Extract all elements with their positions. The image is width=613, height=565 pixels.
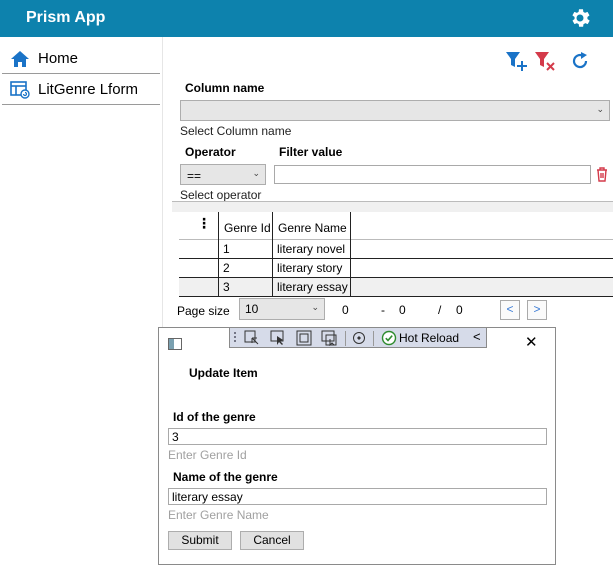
genre-name-placeholder: Enter Genre Name [168, 508, 269, 522]
genre-name-value: literary essay [172, 490, 243, 504]
track-focus-icon[interactable] [321, 330, 337, 346]
table-row[interactable]: 1 literary novel [179, 240, 613, 259]
operator-value: == [187, 169, 202, 183]
next-page-button[interactable]: > [527, 300, 547, 320]
operator-select[interactable]: == ⌄ [180, 164, 266, 185]
page-size-value: 10 [245, 302, 259, 316]
layout-adorner-icon[interactable] [296, 330, 312, 346]
pager-dash: - [381, 303, 385, 317]
cell-genre-name: literary story [277, 261, 343, 275]
page-size-select[interactable]: 10 ⌄ [239, 298, 325, 320]
dialog-title: Update Item [189, 366, 258, 380]
refresh-icon[interactable] [569, 50, 591, 72]
pager-to: 0 [399, 303, 406, 317]
toolbar-separator [345, 331, 346, 346]
pager-slash: / [438, 303, 442, 317]
home-icon [11, 51, 29, 67]
drag-handle-icon[interactable] [233, 330, 238, 346]
grid-top-band [172, 202, 613, 212]
sidebar-item-home[interactable]: Home [2, 44, 160, 74]
cell-genre-id: 3 [223, 280, 230, 294]
column-divider [218, 212, 219, 297]
window-icon [168, 338, 182, 350]
table-row[interactable]: 3 literary essay [179, 278, 613, 297]
pointer-icon[interactable] [270, 330, 286, 346]
cell-genre-name: literary novel [277, 242, 346, 256]
collapse-toolbar-button[interactable]: < [473, 329, 481, 344]
check-circle-icon [381, 330, 397, 346]
sidebar-item-label: Home [38, 50, 79, 67]
pager-from: 0 [342, 303, 349, 317]
page-size-label: Page size [177, 304, 230, 318]
column-name-label: Column name [185, 81, 265, 95]
close-icon[interactable]: ✕ [525, 333, 538, 351]
form-icon [10, 81, 30, 99]
table-row[interactable]: 2 literary story [179, 259, 613, 278]
app-title: Prism App [26, 9, 106, 26]
hot-reload-toolbar: Hot Reload < [229, 327, 487, 348]
operator-hint: Select operator [180, 188, 262, 202]
filter-value-input[interactable] [274, 165, 591, 184]
cancel-button[interactable]: Cancel [240, 531, 304, 550]
pager-total: 0 [456, 303, 463, 317]
chevron-down-icon: ⌄ [252, 168, 260, 178]
genre-name-input[interactable]: literary essay [168, 488, 547, 505]
column-divider [272, 212, 273, 297]
hot-reload-label[interactable]: Hot Reload [399, 331, 459, 345]
more-vertical-icon[interactable]: ⋮ [197, 216, 211, 230]
trash-icon[interactable] [595, 166, 609, 182]
sidebar-item-label: LitGenre Lform [38, 81, 139, 98]
data-grid: ⋮ Genre Id Genre Name 1 literary novel 2… [172, 201, 613, 297]
add-filter-icon[interactable] [505, 50, 527, 72]
genre-id-input[interactable]: 3 [168, 428, 547, 445]
chevron-down-icon: ⌄ [596, 104, 604, 114]
prev-page-button[interactable]: < [500, 300, 520, 320]
toolbar-separator [373, 331, 374, 346]
submit-button[interactable]: Submit [168, 531, 232, 550]
cell-genre-id: 1 [223, 242, 230, 256]
genre-id-value: 3 [172, 430, 179, 444]
gear-icon[interactable] [568, 6, 592, 30]
column-name-select[interactable]: ⌄ [180, 100, 610, 121]
column-divider [350, 212, 351, 297]
update-item-dialog: ✕ Update Item Id of the genre 3 Enter Ge… [158, 327, 556, 565]
column-name-hint: Select Column name [180, 124, 292, 138]
genre-id-placeholder: Enter Genre Id [168, 448, 247, 462]
sidebar: Home LitGenre Lform [0, 37, 163, 565]
filter-value-label: Filter value [279, 145, 343, 159]
cell-genre-id: 2 [223, 261, 230, 275]
binding-failures-icon[interactable] [351, 330, 367, 346]
operator-label: Operator [185, 145, 236, 159]
clear-filter-icon[interactable] [534, 50, 556, 72]
sidebar-item-litgenre-lform[interactable]: LitGenre Lform [2, 75, 160, 105]
genre-id-label: Id of the genre [173, 410, 256, 424]
cell-genre-name: literary essay [277, 280, 348, 294]
genre-name-label: Name of the genre [173, 470, 278, 484]
chevron-down-icon: ⌄ [311, 302, 319, 312]
app-header: Prism App [0, 0, 613, 37]
select-element-icon[interactable] [244, 330, 260, 346]
